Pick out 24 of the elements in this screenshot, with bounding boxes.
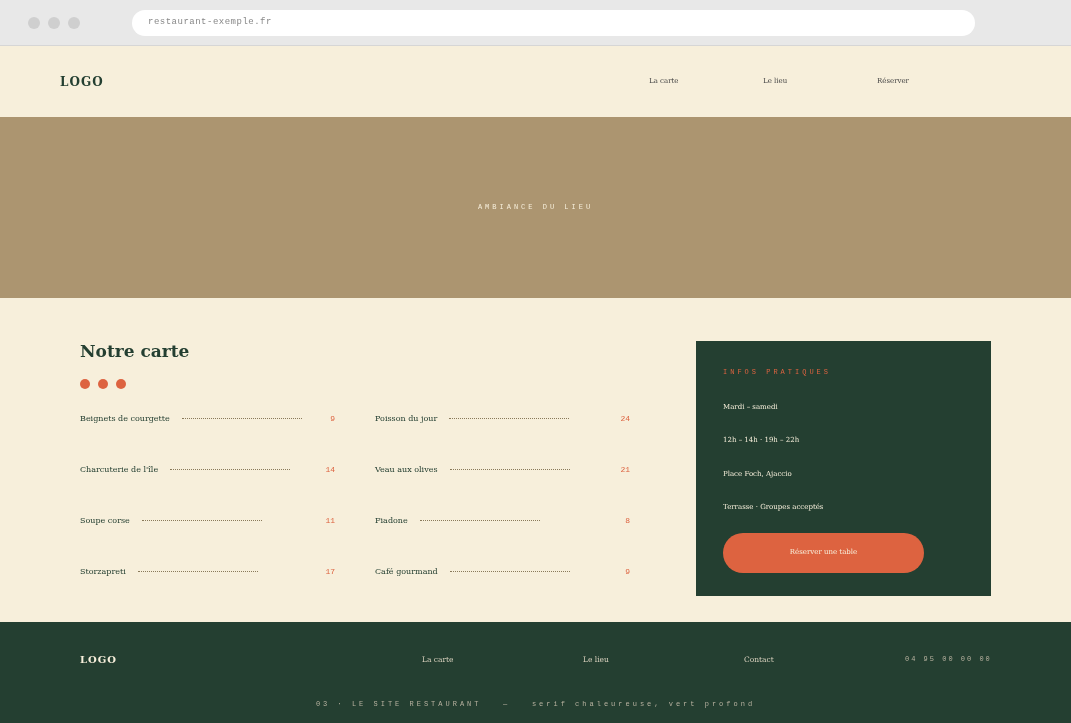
dish-name: Storzapreti [80, 566, 126, 579]
window-control[interactable] [68, 16, 80, 29]
dish-price: 9 [330, 413, 335, 426]
dish-name: Poisson du jour [375, 413, 438, 426]
dish-price: 24 [620, 413, 630, 426]
dish-price: 21 [620, 464, 630, 477]
dish-name: Soupe corse [80, 515, 130, 528]
address-bar[interactable]: restaurant-exemple.fr [132, 9, 975, 36]
section-title: Notre carte [80, 341, 191, 362]
dish-name: Fiadone [375, 515, 408, 528]
logo[interactable]: LOGO [60, 72, 104, 91]
dish-name: Charcuterie de l'île [80, 464, 159, 477]
dish-price: 9 [625, 566, 630, 579]
dish-name: Beignets de courgette [80, 413, 170, 426]
dish-price: 14 [325, 464, 335, 477]
dish-price: 17 [325, 566, 335, 579]
window-control[interactable] [48, 16, 60, 29]
dish-name: Veau aux olives [375, 464, 438, 477]
dish-price: 11 [325, 515, 335, 528]
dots-decoration [80, 379, 126, 390]
logo[interactable]: LOGO [80, 652, 117, 667]
dish-name: Café gourmand [375, 566, 438, 579]
window-control[interactable] [28, 16, 40, 29]
dish-price: 8 [625, 515, 630, 528]
